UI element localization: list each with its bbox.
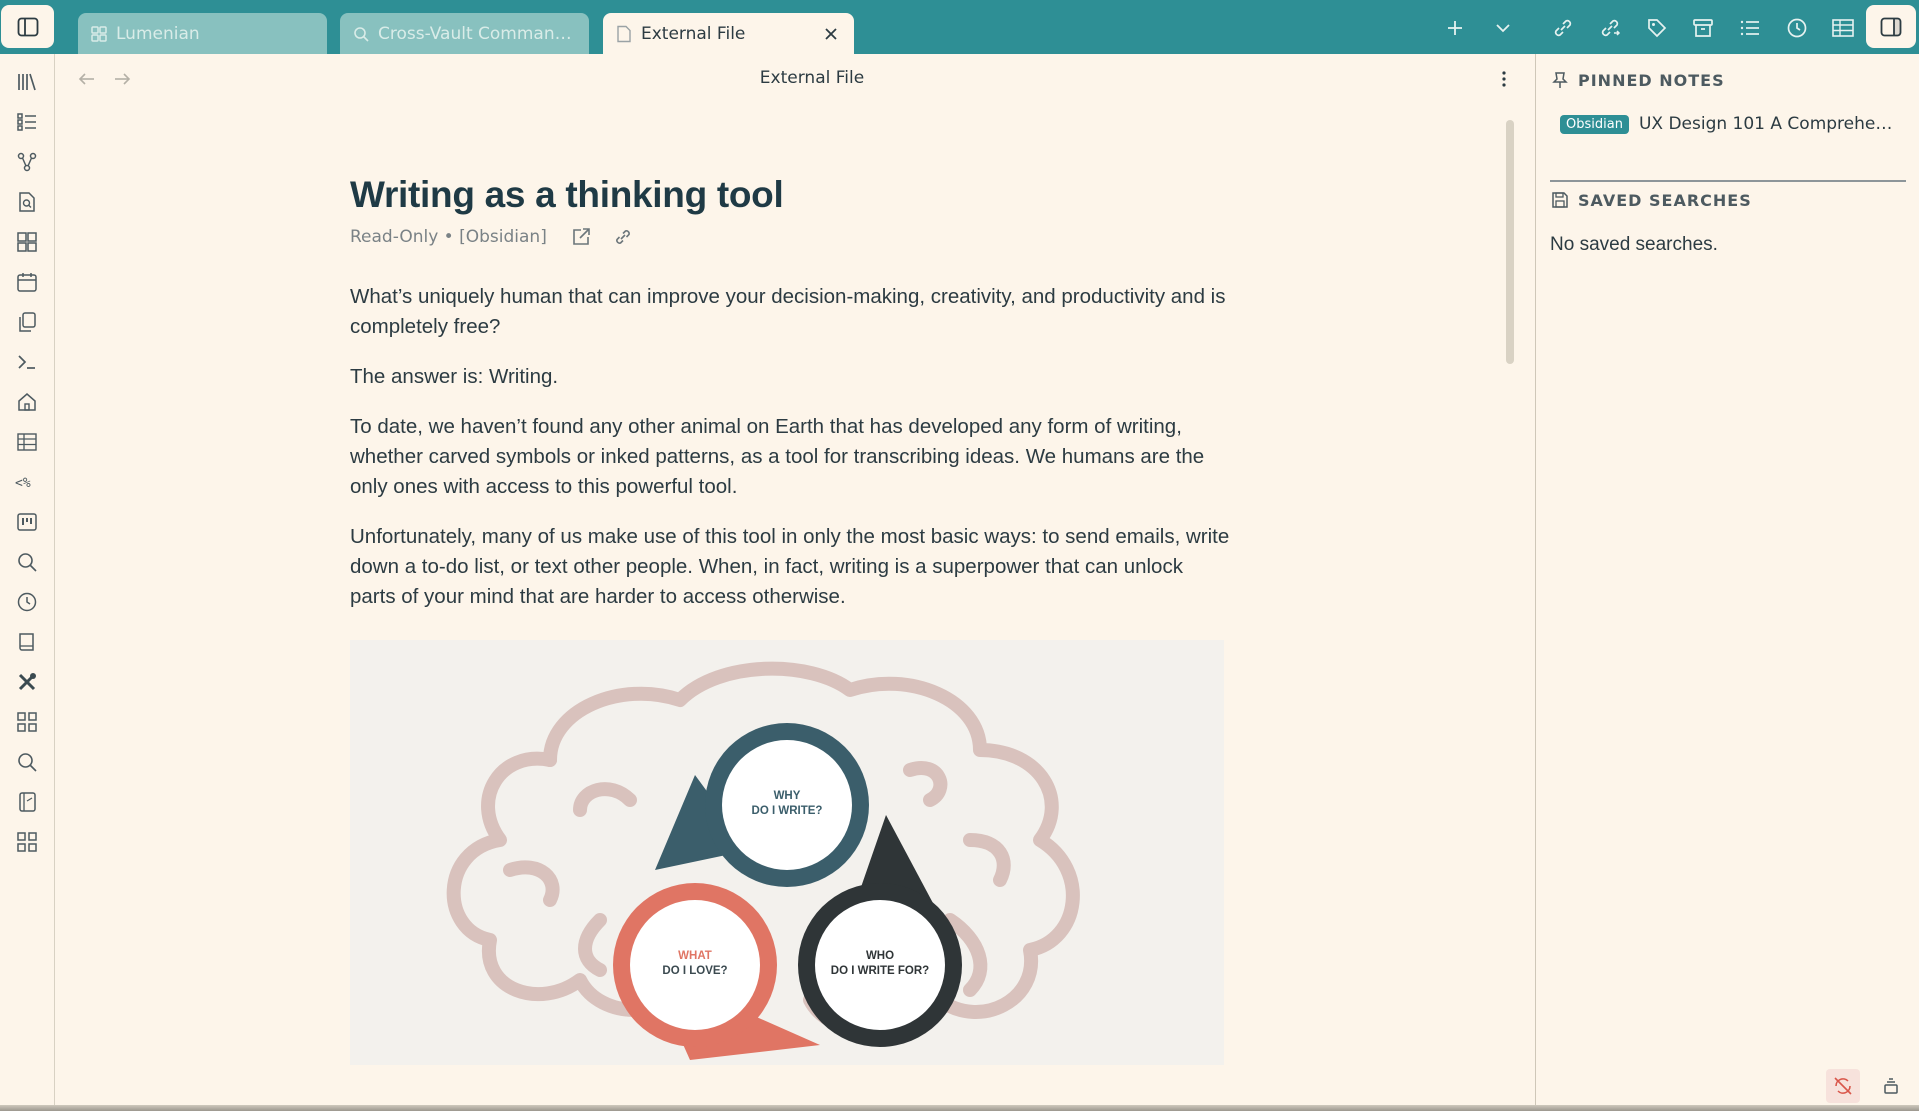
pin-icon (1550, 70, 1570, 90)
list-icon[interactable] (12, 107, 42, 137)
grid-icon (90, 25, 108, 43)
list-icon (1740, 20, 1759, 36)
library-icon[interactable] (12, 67, 42, 97)
recent-button[interactable] (1780, 11, 1814, 45)
sync-off-icon[interactable] (1826, 1069, 1860, 1103)
graph-icon[interactable] (12, 147, 42, 177)
paragraph: What’s uniquely human that can improve y… (350, 285, 1226, 338)
terminal-icon[interactable] (12, 347, 42, 377)
table-icon[interactable] (12, 427, 42, 457)
external-link-icon[interactable] (569, 225, 593, 249)
saved-searches-header: SAVED SEARCHES (1550, 190, 1752, 210)
tab-bar: Lumenian Cross-Vault Command C… External… (0, 0, 1919, 54)
paragraph: To date, we haven’t found any other anim… (350, 415, 1205, 498)
search-icon (352, 25, 370, 43)
tags-button[interactable] (1640, 11, 1674, 45)
what-label-1: WHAT (678, 950, 712, 962)
link-icon[interactable] (611, 225, 635, 249)
scrollbar[interactable] (1506, 120, 1514, 364)
file-icon (615, 25, 633, 43)
section-divider (1550, 180, 1906, 182)
tab-label: Cross-Vault Command C… (378, 23, 577, 44)
home-icon[interactable] (12, 387, 42, 417)
copy-icon[interactable] (12, 307, 42, 337)
archive-icon (1693, 19, 1713, 37)
vault-tag: Obsidian (1560, 114, 1629, 134)
calendar-icon[interactable] (12, 267, 42, 297)
clock-icon[interactable] (12, 587, 42, 617)
close-icon[interactable] (820, 23, 842, 45)
grid-icon[interactable] (12, 707, 42, 737)
journal-icon[interactable] (12, 787, 42, 817)
kanban-icon[interactable] (12, 507, 42, 537)
note-body: What’s uniquely human that can improve y… (350, 282, 1230, 612)
note-title: Writing as a thinking tool (350, 174, 784, 215)
clock-icon (1787, 18, 1807, 38)
link-icon-button-1[interactable] (1546, 11, 1580, 45)
note-content: Writing as a thinking tool Read-Only • [… (350, 174, 1230, 632)
tab-label: External File (641, 23, 746, 44)
apps-icon[interactable] (12, 827, 42, 857)
pinned-note-title: UX Design 101 A Comprehensiv… (1638, 114, 1900, 134)
sidebar-right-icon (1880, 17, 1902, 36)
pinned-notes-heading: PINNED NOTES (1578, 70, 1725, 90)
who-label-1: WHO (866, 950, 894, 962)
templater-icon[interactable]: <% (12, 467, 42, 497)
save-icon (1550, 190, 1570, 210)
pinned-note-item[interactable]: Obsidian UX Design 101 A Comprehensiv… (1560, 114, 1900, 134)
app-window: Lumenian Cross-Vault Command C… External… (0, 0, 1919, 1111)
archive-button[interactable] (1686, 11, 1720, 45)
why-label-1: WHY (774, 790, 801, 802)
link-icon-button-2[interactable] (1593, 11, 1627, 45)
note-meta-text: Read-Only • [Obsidian] (350, 227, 547, 247)
file-search-icon[interactable] (12, 187, 42, 217)
svg-text:<%: <% (15, 476, 31, 491)
outline-button[interactable] (1733, 11, 1767, 45)
tools-icon[interactable] (12, 667, 42, 697)
saved-searches-heading: SAVED SEARCHES (1578, 190, 1752, 210)
note-meta: Read-Only • [Obsidian] (350, 224, 1230, 250)
paragraph: The answer is: Writing. (350, 365, 559, 388)
pinned-notes-header: PINNED NOTES (1550, 70, 1725, 90)
saved-searches-empty: No saved searches. (1550, 234, 1718, 255)
right-sidebar-toggle-button[interactable] (1866, 5, 1916, 48)
search-alt-icon[interactable] (12, 747, 42, 777)
book-icon[interactable] (12, 627, 42, 657)
more-vertical-icon (1502, 71, 1506, 87)
tab-cross-vault-command[interactable]: Cross-Vault Command C… (340, 13, 589, 54)
tab-list-dropdown-button[interactable] (1486, 11, 1520, 45)
tab-external-file[interactable]: External File (603, 13, 854, 54)
why-label-2: DO I WRITE? (752, 805, 823, 817)
left-ribbon: <% (0, 54, 55, 1111)
who-label-2: DO I WRITE FOR? (831, 965, 929, 977)
dashboard-icon[interactable] (12, 227, 42, 257)
table-button[interactable] (1826, 11, 1860, 45)
tag-icon (1648, 19, 1667, 38)
right-sidebar: PINNED NOTES Obsidian UX Design 101 A Co… (1535, 54, 1919, 1111)
search-icon[interactable] (12, 547, 42, 577)
paragraph: Unfortunately, many of us make use of th… (350, 525, 1230, 608)
sidebar-left-icon (17, 17, 38, 36)
link-in-icon (1554, 19, 1572, 37)
brain-illustration: WHY DO I WRITE? WHAT DO I LOVE? WHO DO I… (350, 640, 1224, 1065)
chevron-down-icon (1496, 24, 1510, 33)
window-bottom-edge (0, 1105, 1919, 1111)
view-title: External File (759, 68, 865, 88)
tab-label: Lumenian (116, 23, 200, 44)
more-options-button[interactable] (1489, 64, 1519, 94)
layers-icon[interactable] (1874, 1069, 1908, 1103)
table-icon (1832, 19, 1854, 37)
plus-icon (1448, 21, 1462, 35)
status-bar-icons (1826, 1069, 1919, 1103)
new-tab-button[interactable] (1438, 11, 1472, 45)
what-label-2: DO I LOVE? (662, 965, 727, 977)
link-out-icon (1601, 19, 1621, 37)
main-view: External File Writing as a thinking tool… (55, 54, 1535, 1111)
tab-lumenian[interactable]: Lumenian (78, 13, 327, 54)
left-sidebar-toggle-button[interactable] (1, 5, 54, 48)
